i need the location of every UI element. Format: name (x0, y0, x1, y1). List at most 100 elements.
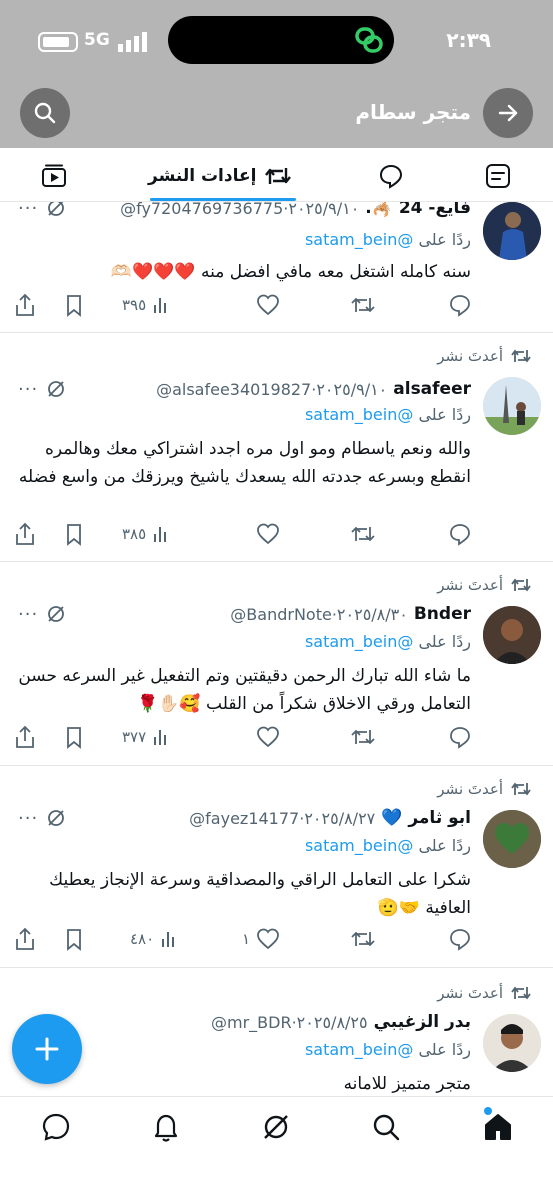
retweet-icon[interactable] (350, 519, 376, 549)
battery-icon (38, 32, 78, 52)
share-icon[interactable] (14, 924, 36, 954)
reply-context: ردًا على @satam_bein (304, 632, 471, 651)
views-icon (154, 527, 167, 542)
grok-icon[interactable] (46, 379, 66, 399)
reply-mention[interactable]: @satam_bein (305, 405, 413, 424)
timeline: فايع- 24 🦂. @fy7204769736775·٢٠٢٥/٩/١٠ ·… (0, 202, 553, 1096)
link-icon (355, 27, 383, 53)
author-name[interactable]: Bnder (414, 604, 471, 624)
signal-icon (118, 32, 147, 52)
tweet-actions: ٣٨٥ (0, 519, 553, 549)
bookmark-icon[interactable] (64, 519, 84, 549)
reply-icon[interactable] (448, 519, 472, 549)
grok-icon[interactable] (46, 808, 66, 828)
avatar[interactable] (483, 202, 541, 260)
tweet[interactable]: فايع- 24 🦂. @fy7204769736775·٢٠٢٥/٩/١٠ ·… (0, 202, 553, 333)
views-count[interactable]: ٣٩٥ (122, 290, 170, 320)
avatar[interactable] (483, 377, 541, 435)
retweet-icon[interactable] (350, 924, 376, 954)
tweet-text: ما شاء الله تبارك الرحمن دقيقتين وتم الت… (18, 666, 471, 714)
reply-icon[interactable] (448, 924, 472, 954)
tab-videos[interactable] (40, 162, 68, 190)
repost-icon (511, 349, 531, 363)
back-button[interactable] (483, 88, 533, 138)
reply-mention[interactable]: @satam_bein (305, 230, 413, 249)
tweet[interactable]: أعدتَ نشر alsafeer @alsafee34019827·٢٠٢٥… (0, 333, 553, 562)
more-icon[interactable]: ··· (18, 808, 38, 829)
repost-label: أعدتَ نشر (437, 984, 503, 1002)
repost-label: أعدتَ نشر (437, 347, 503, 365)
tweet-actions: ٣٩٥ (0, 290, 553, 320)
avatar-image (483, 810, 541, 868)
author-name[interactable]: ابو ثامر 💙 (381, 808, 471, 828)
like-icon[interactable] (256, 290, 280, 320)
search-button[interactable] (20, 88, 70, 138)
more-icon[interactable]: ··· (18, 379, 38, 400)
arrow-right-icon (498, 104, 518, 122)
share-icon[interactable] (14, 722, 36, 752)
bookmark-icon[interactable] (64, 924, 84, 954)
like-icon[interactable] (256, 722, 280, 752)
repost-label: أعدتَ نشر (437, 780, 503, 798)
reply-icon[interactable] (448, 290, 472, 320)
reply-context: ردًا على @satam_bein (304, 230, 471, 249)
like-icon[interactable] (256, 519, 280, 549)
reply-mention[interactable]: @satam_bein (305, 836, 413, 855)
bookmark-icon[interactable] (64, 290, 84, 320)
author-handle: @fayez14177·٢٠٢٥/٨/٢٧ (189, 808, 376, 828)
avatar[interactable] (483, 606, 541, 664)
avatar-image (483, 606, 541, 664)
share-icon[interactable] (14, 290, 36, 320)
avatar[interactable] (483, 1014, 541, 1072)
grok-icon[interactable] (46, 604, 66, 624)
reply-mention[interactable]: @satam_bein (305, 1040, 413, 1059)
grok-nav-icon[interactable] (260, 1111, 292, 1143)
avatar[interactable] (483, 810, 541, 868)
tweet-header: alsafeer @alsafee34019827·٢٠٢٥/٩/١٠ ··· (12, 377, 471, 401)
tweet-text: متجر متميز للامانه (343, 1074, 471, 1094)
tab-highlights[interactable] (484, 162, 512, 190)
author-handle: @mr_BDR·٢٠٢٥/٨/٢٥ (211, 1012, 368, 1032)
views-count[interactable]: ٣٨٥ (122, 519, 170, 549)
retweet-icon[interactable] (350, 290, 376, 320)
repost-indicator: أعدتَ نشر (437, 576, 531, 594)
like-icon (257, 928, 279, 950)
repost-icon (511, 578, 531, 592)
tweet-actions: ٤٨٠ ١ (0, 924, 553, 954)
messages-icon[interactable] (40, 1111, 72, 1143)
plus-icon (35, 1037, 59, 1061)
author-name[interactable]: بدر الزغيبي (374, 1012, 471, 1032)
like-count[interactable]: ١ (242, 924, 280, 954)
retweet-icon[interactable] (350, 722, 376, 752)
reply-context: ردًا على @satam_bein (304, 836, 471, 855)
tweet-text: شكرا على التعامل الراقي والمصداقية وسرعة… (49, 870, 471, 918)
views-count[interactable]: ٤٨٠ (130, 924, 178, 954)
bookmark-icon[interactable] (64, 722, 84, 752)
tab-reposts-label: إعادات النشر (148, 166, 257, 186)
home-icon[interactable] (482, 1111, 514, 1143)
compose-button[interactable] (12, 1014, 82, 1084)
tweet[interactable]: أعدتَ نشر Bnder @BandrNote·٢٠٢٥/٨/٣٠ ···… (0, 562, 553, 766)
author-name[interactable]: فايع- 24 🦂. (365, 202, 471, 218)
reply-context: ردًا على @satam_bein (304, 1040, 471, 1059)
profile-name: متجر سطام (355, 100, 471, 124)
author-name[interactable]: alsafeer (393, 379, 471, 399)
tweet-header: بدر الزغيبي @mr_BDR·٢٠٢٥/٨/٢٥ (12, 1010, 471, 1034)
reply-icon[interactable] (448, 722, 472, 752)
share-icon[interactable] (14, 519, 36, 549)
tweet[interactable]: أعدتَ نشر ابو ثامر 💙 @fayez14177·٢٠٢٥/٨/… (0, 766, 553, 968)
author-handle: @alsafee34019827·٢٠٢٥/٩/١٠ (156, 379, 388, 399)
tweet-text: والله ونعم ياسطام ومو اول مره اجدد اشترا… (18, 439, 471, 487)
reply-mention[interactable]: @satam_bein (305, 632, 413, 651)
views-count[interactable]: ٣٧٧ (122, 722, 170, 752)
more-icon[interactable]: ··· (18, 202, 38, 219)
tweet[interactable]: أعدتَ نشر بدر الزغيبي @mr_BDR·٢٠٢٥/٨/٢٥ … (0, 968, 553, 1096)
repost-label: أعدتَ نشر (437, 576, 503, 594)
search-nav-icon[interactable] (370, 1111, 402, 1143)
tab-reposts[interactable]: إعادات النشر (148, 162, 292, 190)
tab-replies[interactable] (377, 162, 405, 190)
repost-icon (511, 782, 531, 796)
notifications-icon[interactable] (150, 1111, 182, 1143)
more-icon[interactable]: ··· (18, 604, 38, 625)
grok-icon[interactable] (46, 202, 66, 218)
